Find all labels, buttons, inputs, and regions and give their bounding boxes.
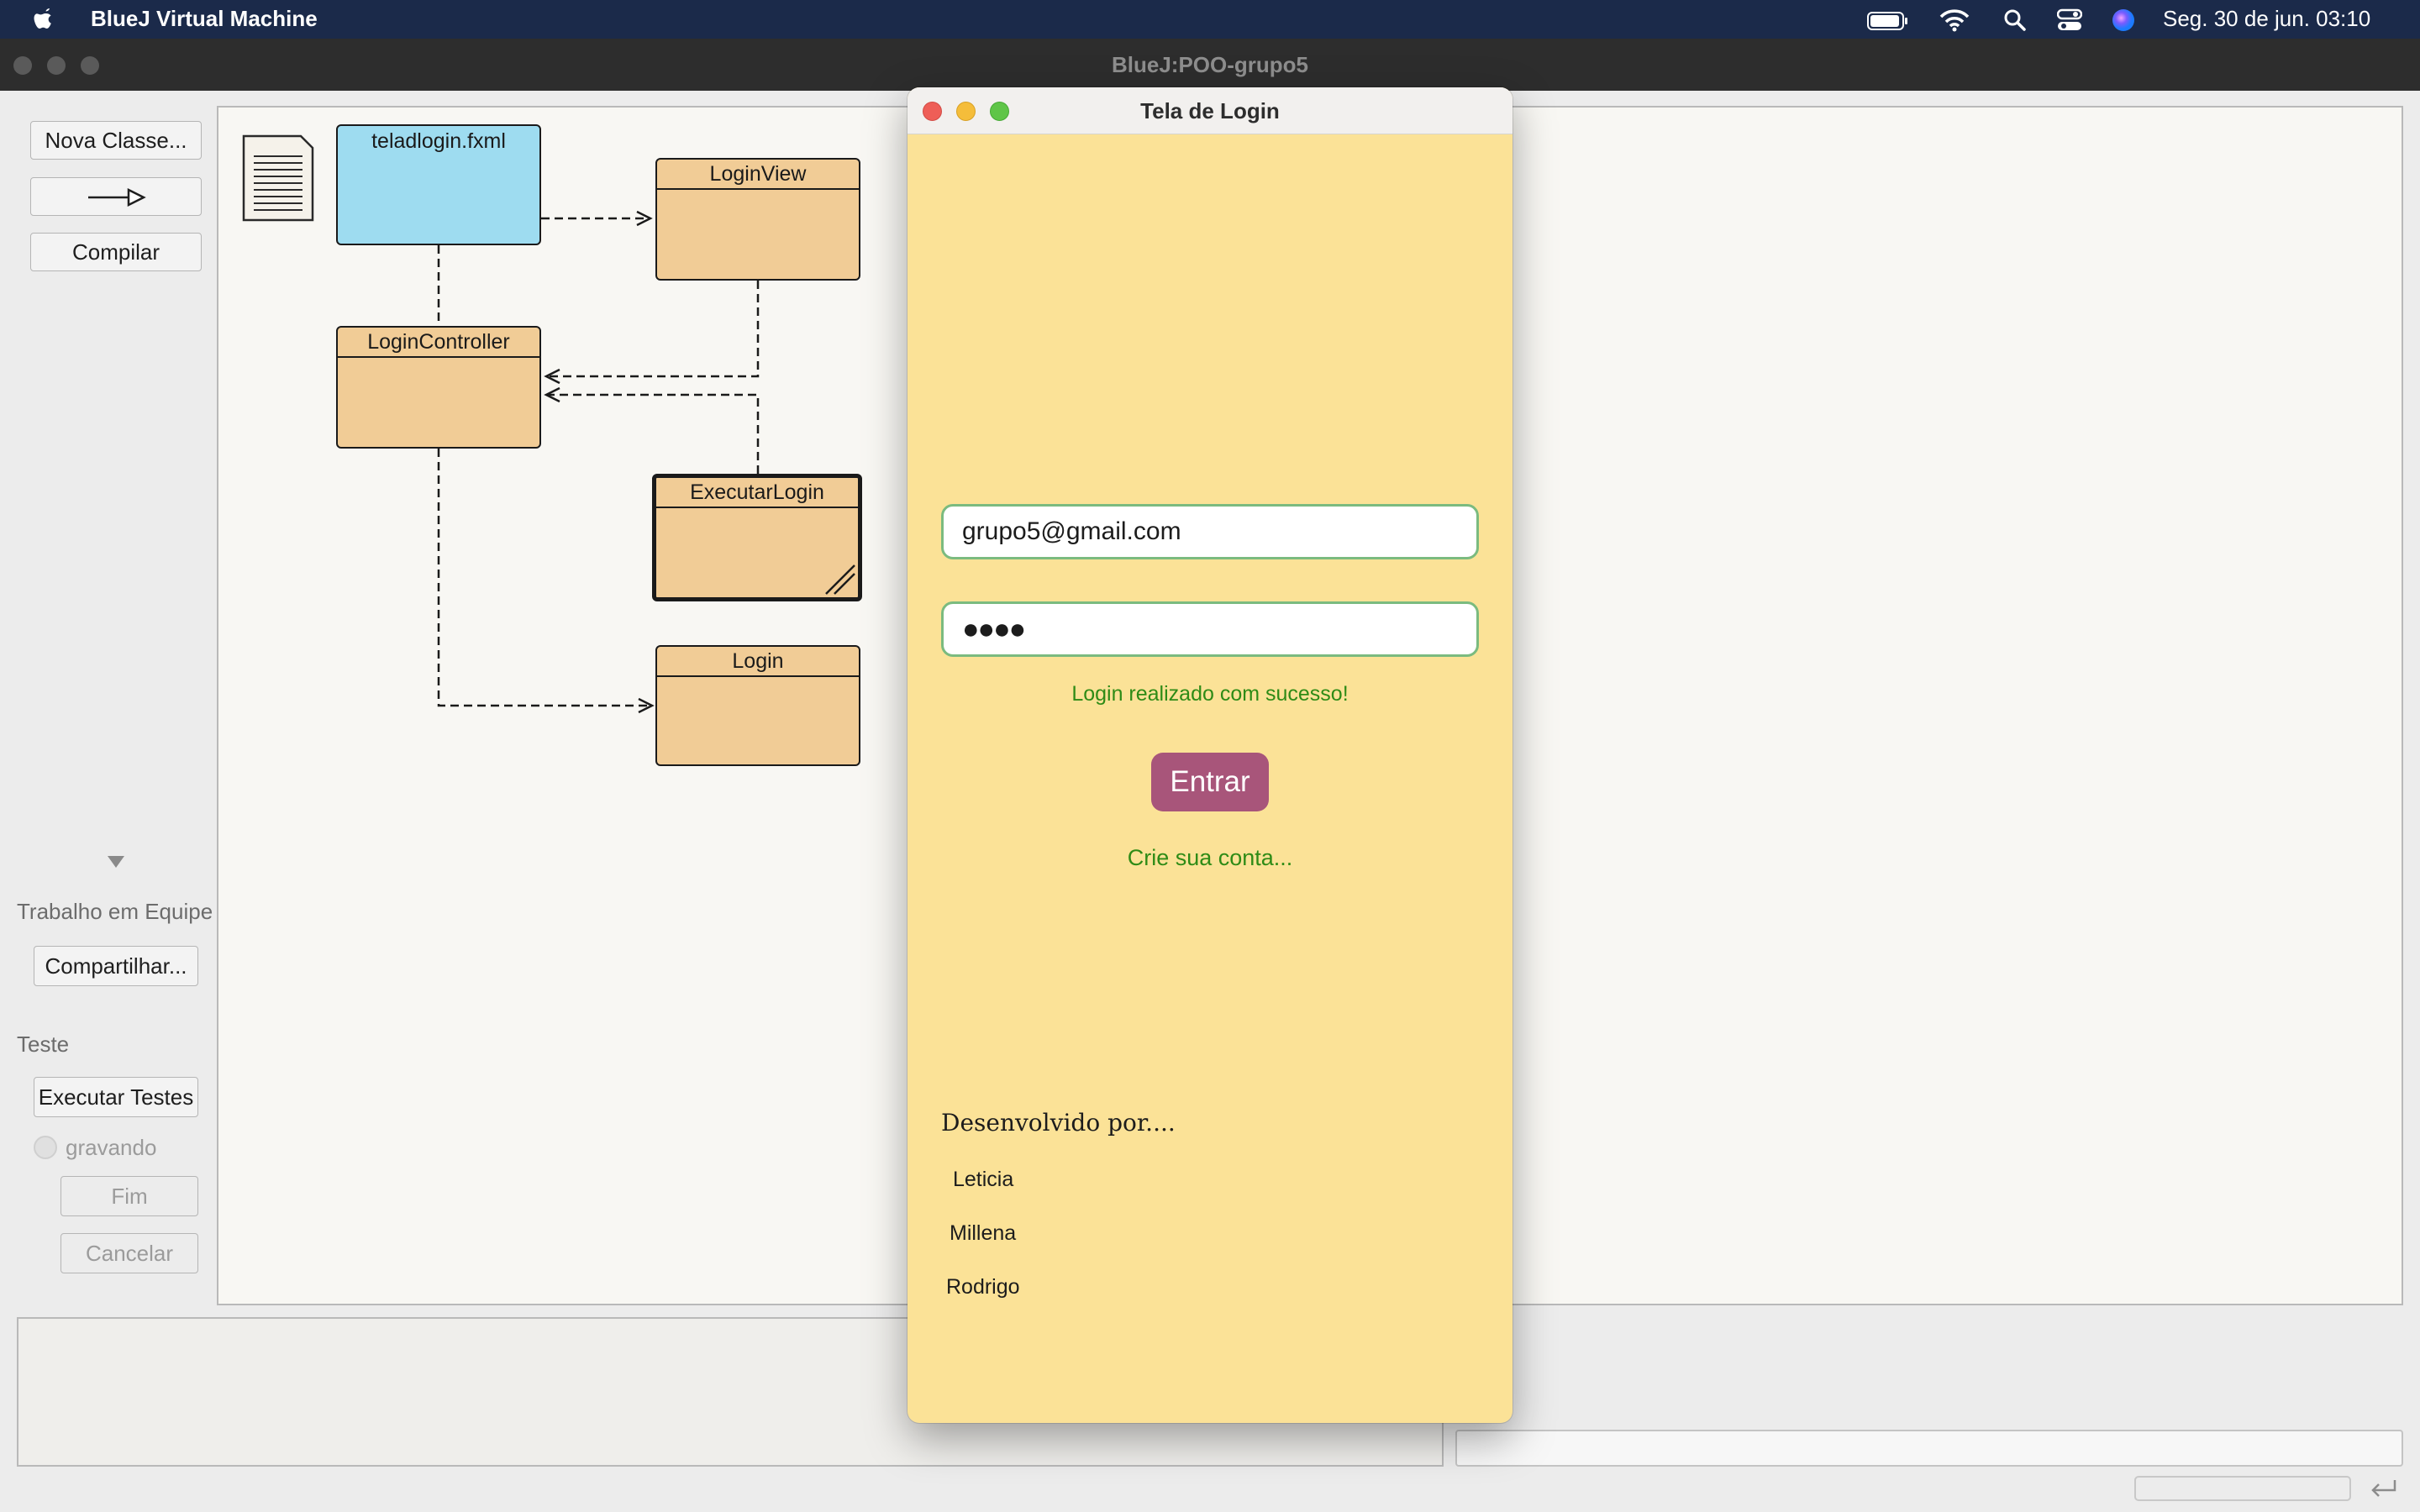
class-logincontroller[interactable]: LoginController <box>336 326 541 449</box>
class-name: ExecutarLogin <box>656 478 858 508</box>
end-recording-button[interactable]: Fim <box>60 1176 198 1216</box>
wifi-icon[interactable] <box>1939 8 1970 32</box>
cancel-recording-button[interactable]: Cancelar <box>60 1233 198 1273</box>
class-name: LoginView <box>657 160 859 190</box>
recording-indicator <box>34 1136 57 1159</box>
fxml-file-node[interactable]: teladlogin.fxml <box>336 124 541 245</box>
share-button[interactable]: Compartilhar... <box>34 946 198 986</box>
resize-handle-icon[interactable] <box>823 562 856 596</box>
password-field[interactable]: ●●●● <box>941 601 1479 657</box>
siri-icon[interactable] <box>2111 8 2136 33</box>
teamwork-label: Trabalho em Equipe <box>17 899 213 924</box>
readme-document-icon[interactable] <box>240 133 316 223</box>
menubar-clock[interactable]: Seg. 30 de jun. 03:10 <box>2163 6 2370 32</box>
test-label: Teste <box>17 1032 70 1057</box>
login-window: Tela de Login grupo5@gmail.com ●●●● Logi… <box>908 87 1512 1423</box>
status-field <box>1455 1430 2403 1467</box>
bluej-window-title: BlueJ:POO-grupo5 <box>1111 52 1308 77</box>
progress-field <box>2134 1476 2351 1501</box>
collapse-triangle-icon[interactable] <box>106 854 126 869</box>
fxml-file-name: teladlogin.fxml <box>371 129 506 153</box>
close-button[interactable] <box>923 102 942 121</box>
zoom-button[interactable] <box>990 102 1009 121</box>
class-name: LoginController <box>338 328 539 358</box>
developed-by-heading: Desenvolvido por.... <box>941 1109 1176 1137</box>
run-tests-button[interactable]: Executar Testes <box>34 1077 198 1117</box>
email-field[interactable]: grupo5@gmail.com <box>941 504 1479 559</box>
return-arrow-icon[interactable] <box>2368 1477 2398 1500</box>
developer-name: Leticia <box>953 1168 1014 1191</box>
battery-icon[interactable] <box>1867 12 1909 30</box>
developer-name: Rodrigo <box>946 1275 1020 1299</box>
class-login[interactable]: Login <box>655 645 860 766</box>
login-window-title: Tela de Login <box>1140 98 1280 123</box>
class-name: Login <box>657 647 859 677</box>
enter-button[interactable]: Entrar <box>1151 753 1269 811</box>
control-center-icon[interactable] <box>2057 8 2082 32</box>
minimize-button[interactable] <box>956 102 976 121</box>
recording-label: gravando <box>66 1135 157 1160</box>
success-message: Login realizado com sucesso! <box>1071 682 1349 706</box>
class-loginview[interactable]: LoginView <box>655 158 860 281</box>
class-executarlogin[interactable]: ExecutarLogin <box>652 474 862 601</box>
create-account-link[interactable]: Crie sua conta... <box>908 845 1512 871</box>
developer-name: Millena <box>950 1221 1017 1245</box>
search-icon[interactable] <box>2003 8 2027 32</box>
